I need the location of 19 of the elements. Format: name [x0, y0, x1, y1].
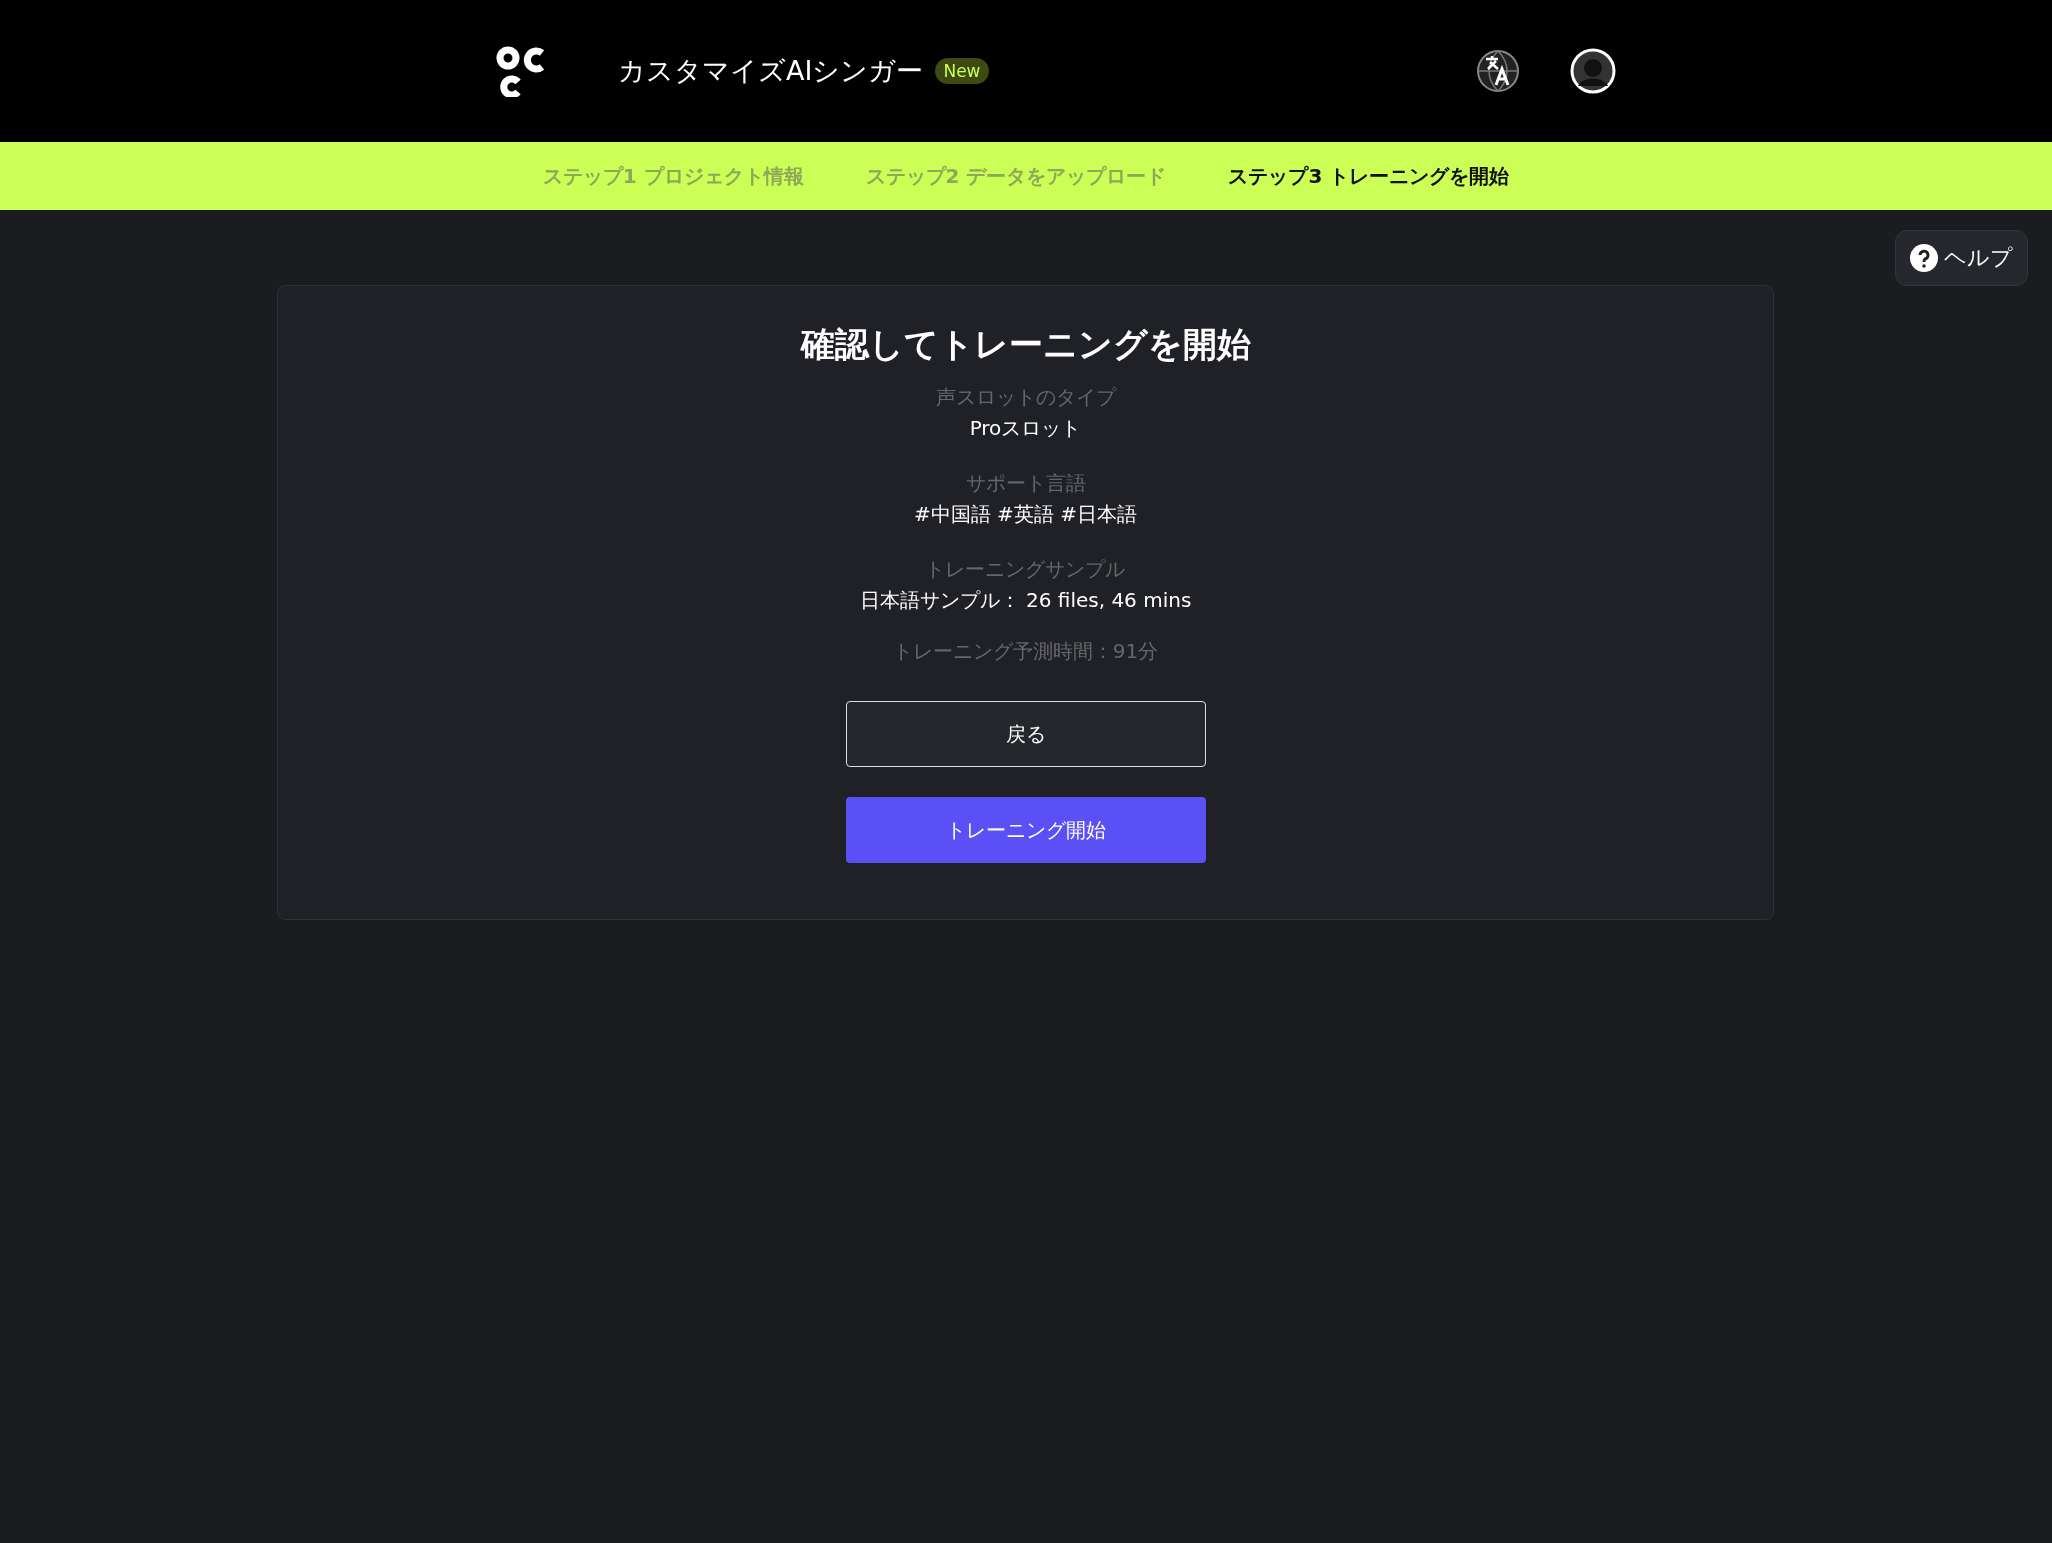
card-title: 確認してトレーニングを開始	[800, 323, 1251, 366]
translate-icon[interactable]	[1476, 49, 1520, 93]
training-estimate: トレーニング予測時間：91分	[892, 638, 1159, 665]
field-value: Proスロット	[969, 415, 1082, 442]
field-label: 声スロットのタイプ	[935, 384, 1116, 411]
field-label: トレーニングサンプル	[925, 556, 1126, 583]
logo-icon[interactable]	[496, 45, 546, 97]
back-button[interactable]: 戻る	[845, 701, 1206, 767]
avatar-icon[interactable]	[1570, 48, 1616, 94]
field-label: サポート言語	[965, 470, 1086, 497]
new-badge: New	[935, 58, 989, 84]
app-title: カスタマイズAIシンガー	[618, 54, 924, 88]
help-button[interactable]: ヘルプ	[1895, 230, 2028, 286]
help-label: ヘルプ	[1944, 244, 2013, 272]
start-training-button[interactable]: トレーニング開始	[845, 797, 1206, 863]
step-tab[interactable]: ステップ3 トレーニングを開始	[1228, 162, 1510, 190]
field-value: #中国語 #英語 #日本語	[914, 501, 1137, 528]
help-icon	[1910, 244, 1938, 272]
field-value: 日本語サンプル： 26 files, 46 mins	[859, 587, 1192, 614]
